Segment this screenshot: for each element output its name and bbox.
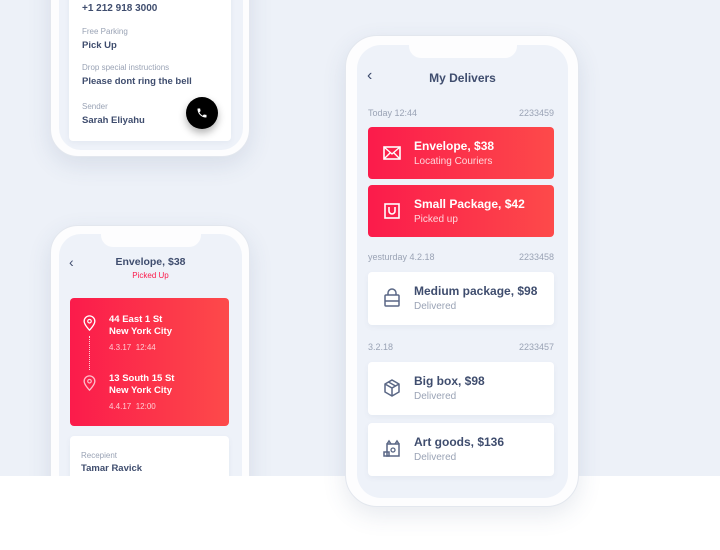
pin-icon	[83, 315, 96, 331]
bag-icon	[384, 203, 400, 219]
group-id: 2233459	[518, 108, 554, 118]
instructions-value: Please dont ring the bell	[82, 76, 192, 87]
item-status: Locating Couriers	[414, 156, 493, 167]
item-status: Delivered	[414, 391, 457, 402]
delivery-item[interactable]: Envelope, $38 Locating Couriers	[368, 127, 554, 179]
from-city: New York City	[109, 326, 173, 337]
item-title: Big box, $98	[414, 374, 485, 388]
to-address: 13 South 15 St	[109, 373, 175, 384]
phone-number: +1 212 918 3000	[82, 3, 158, 14]
details-card: +1 212 918 3000 Free Parking Pick Up Dro…	[69, 0, 231, 141]
group-id: 2233457	[518, 342, 554, 352]
item-status: Picked up	[414, 214, 458, 225]
shopping-bag-icon	[384, 288, 400, 307]
parking-value: Pick Up	[82, 40, 117, 51]
sender-label: Sender	[82, 102, 108, 111]
from-time: 12:44	[135, 343, 156, 352]
phone-my-delivers: ‹ My Delivers Today 12:44 2233459 Envelo…	[345, 35, 579, 507]
phone-delivery-detail: ‹ Envelope, $38 Picked Up 44 East 1 St N…	[50, 225, 250, 515]
page-title: My Delivers	[429, 71, 496, 85]
delivery-item[interactable]: Art goods, $136 Delivered	[368, 423, 554, 476]
instructions-label: Drop special instructions	[82, 63, 170, 72]
sender-value: Sarah Eliyahu	[82, 115, 145, 126]
route-card: 44 East 1 St New York City 4.3.17 12:44 …	[70, 298, 229, 426]
envelope-icon	[383, 146, 401, 160]
phone-icon	[197, 108, 207, 118]
delivery-item[interactable]: Small Package, $42 Picked up	[368, 185, 554, 237]
notch	[100, 234, 201, 247]
recipient-value: Tamar Ravick	[81, 463, 143, 474]
group-date: yesturday 4.2.18	[368, 252, 435, 262]
notch	[408, 45, 517, 58]
item-title: Medium package, $98	[414, 284, 538, 298]
item-status: Delivered	[414, 301, 457, 312]
from-address: 44 East 1 St	[109, 314, 163, 325]
item-title: Small Package, $42	[414, 197, 525, 211]
from-date: 4.3.17	[109, 343, 132, 352]
group-date: Today 12:44	[368, 108, 418, 118]
art-icon	[383, 439, 400, 457]
parking-label: Free Parking	[82, 27, 128, 36]
item-status: Delivered	[414, 452, 457, 463]
box-icon	[384, 379, 400, 397]
group-date: 3.2.18	[368, 342, 394, 352]
group-id: 2233458	[518, 252, 554, 262]
route-line	[89, 336, 90, 370]
delivery-item[interactable]: Big box, $98 Delivered	[368, 362, 554, 415]
item-title: Envelope, $38	[414, 139, 495, 153]
call-button[interactable]	[186, 97, 218, 129]
recipient-label: Recepient	[81, 451, 118, 460]
status-text: Picked Up	[132, 271, 169, 280]
item-title: Art goods, $136	[414, 435, 505, 449]
delivery-item[interactable]: Medium package, $98 Delivered	[368, 272, 554, 325]
to-time: 12:00	[135, 402, 156, 411]
to-city: New York City	[109, 385, 173, 396]
pin-icon	[83, 375, 96, 391]
to-date: 4.4.17	[109, 402, 132, 411]
page-title: Envelope, $38	[115, 256, 186, 268]
phone-details: +1 212 918 3000 Free Parking Pick Up Dro…	[50, 0, 250, 157]
